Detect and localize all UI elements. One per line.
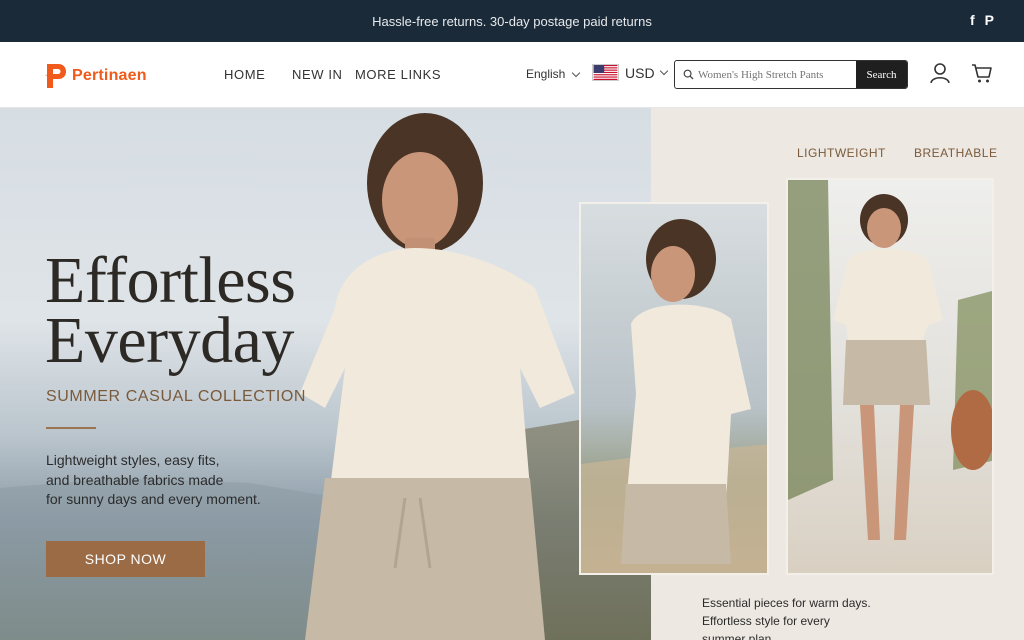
hero-subheading: SUMMER CASUAL COLLECTION: [46, 388, 307, 405]
search-icon: [683, 69, 694, 80]
announcement-text: Hassle-free returns. 30-day postage paid…: [372, 13, 652, 29]
hero-headline: Effortless Everyday: [45, 244, 296, 377]
search-button[interactable]: Search: [856, 61, 907, 88]
product-photo-front-view[interactable]: [786, 178, 994, 575]
search-input[interactable]: [698, 68, 856, 81]
logo-text: Pertinaen: [72, 67, 147, 84]
search-field: [675, 61, 856, 88]
site-header: Pertinaen HOME NEW IN MORE LINKS English…: [0, 42, 1024, 108]
hero-banner: Effortless Everyday SUMMER CASUAL COLLEC…: [0, 108, 1024, 640]
headline-line-1: Effortless: [45, 244, 296, 317]
caption-line-2: Effortless style for every: [702, 614, 830, 628]
tag-breathable: BREATHABLE: [914, 146, 998, 160]
hero-background: Effortless Everyday SUMMER CASUAL COLLEC…: [0, 108, 651, 640]
model-back-view-image: [581, 219, 767, 573]
pinterest-icon[interactable]: P: [985, 12, 994, 28]
social-links: f P: [970, 12, 994, 28]
headline-line-2: Everyday: [45, 304, 294, 377]
model-front-view-image: [788, 180, 992, 540]
caption-line-1: Essential pieces for warm days.: [702, 596, 871, 610]
nav-home[interactable]: HOME: [224, 67, 265, 82]
announcement-bar: Hassle-free returns. 30-day postage paid…: [0, 0, 1024, 42]
nav-more-links[interactable]: MORE LINKS: [355, 67, 441, 82]
product-photo-back-view[interactable]: [579, 202, 769, 575]
currency-selector[interactable]: USD: [592, 64, 668, 81]
description-line-2: and breathable fabrics made: [46, 471, 224, 488]
chevron-down-icon: [572, 68, 581, 77]
hero-description: Lightweight styles, easy fits, and breat…: [46, 451, 286, 510]
language-selector[interactable]: English: [526, 67, 581, 81]
caption-line-3: summer plan.: [702, 632, 775, 640]
cart-icon[interactable]: [971, 62, 993, 84]
description-line-1: Lightweight styles, easy fits,: [46, 452, 220, 468]
language-label: English: [526, 67, 566, 81]
hero-caption: Essential pieces for warm days. Effortle…: [702, 594, 882, 640]
search-bar: Search: [674, 60, 908, 89]
chevron-down-icon: [659, 66, 668, 76]
tag-lightweight: LIGHTWEIGHT: [797, 146, 886, 160]
logo-mark-icon: [45, 64, 66, 88]
description-line-3: for sunny days and every moment.: [46, 491, 261, 507]
nav-new-in[interactable]: NEW IN: [292, 67, 343, 82]
divider: [46, 427, 96, 429]
account-icon[interactable]: [929, 62, 951, 84]
currency-label: USD: [625, 64, 655, 81]
shop-now-button[interactable]: SHOP NOW: [46, 541, 205, 577]
logo[interactable]: Pertinaen: [44, 62, 147, 90]
us-flag-icon: [592, 64, 619, 81]
facebook-icon[interactable]: f: [970, 12, 975, 28]
